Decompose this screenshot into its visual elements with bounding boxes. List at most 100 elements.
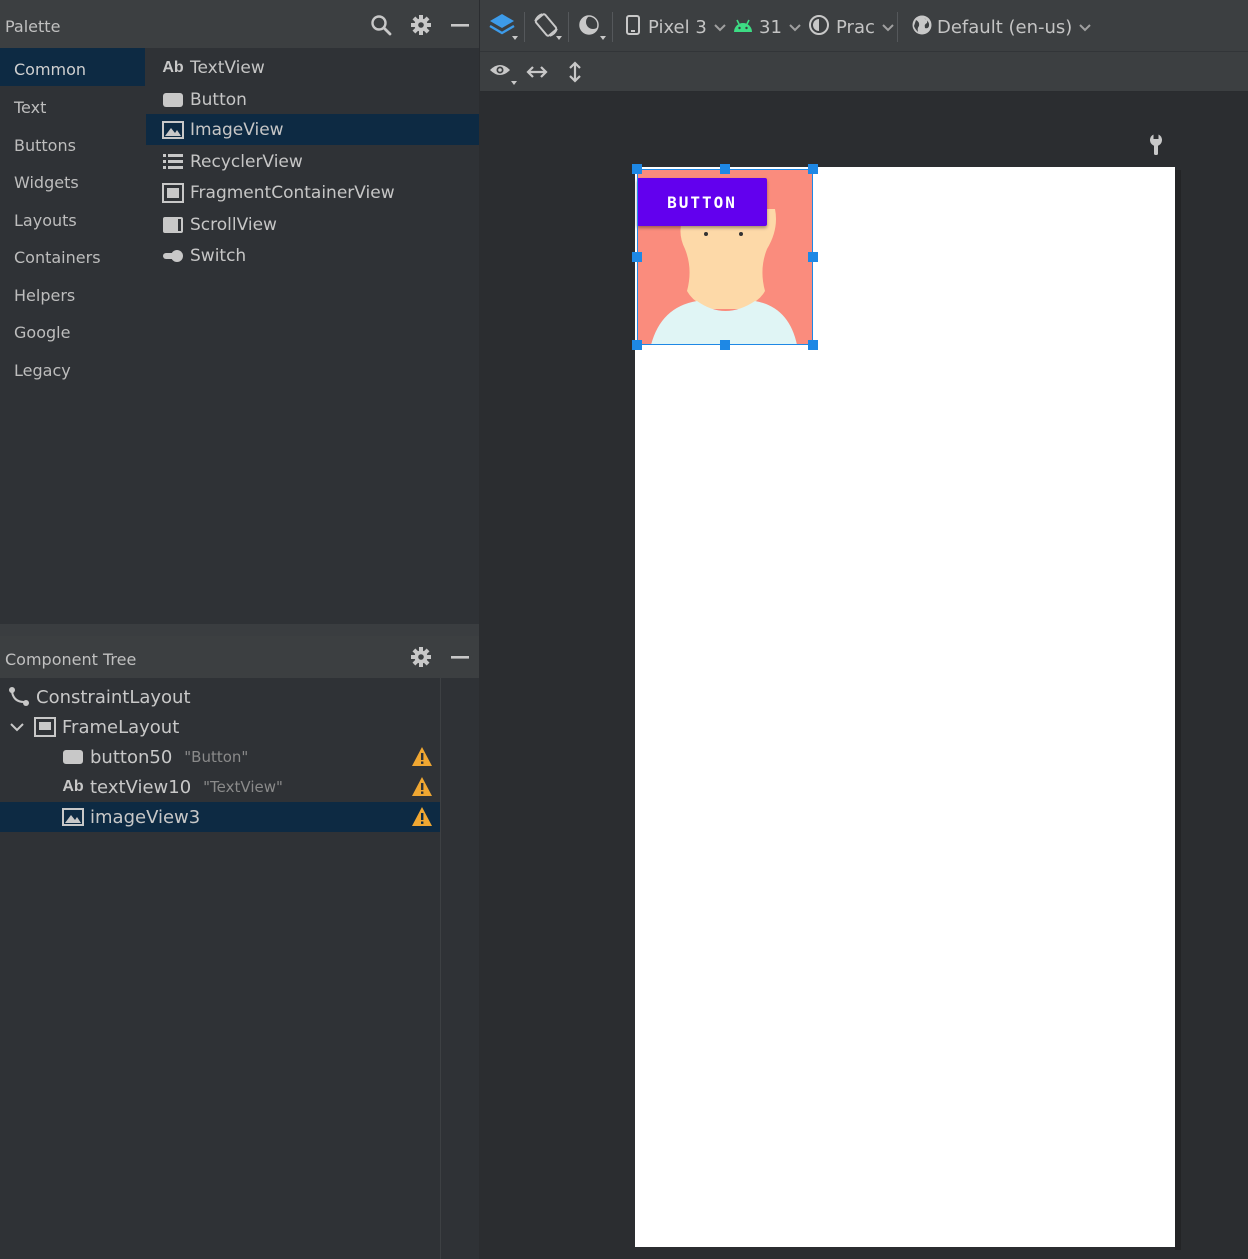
tree-node-label: imageView3 [90, 806, 201, 828]
layers-icon[interactable] [488, 11, 518, 41]
category-label: Text [14, 98, 47, 117]
design-toolbar: Pixel 3 31 Prac Default (en-us) [480, 0, 1248, 52]
tree-node-label: FrameLayout [62, 716, 180, 738]
resize-handle-top-left[interactable] [632, 164, 642, 174]
warning-icon[interactable] [411, 806, 433, 828]
theme-label: Prac [836, 16, 875, 38]
category-widgets[interactable]: Widgets [0, 161, 145, 199]
minimize-icon[interactable] [449, 646, 471, 668]
palette-item-button[interactable]: Button [146, 84, 479, 115]
category-layouts[interactable]: Layouts [0, 199, 145, 237]
textview-icon: Ab [62, 778, 84, 795]
view-toolbar [480, 52, 1248, 92]
category-label: Widgets [14, 173, 79, 192]
tree-node-imageview3[interactable]: imageView3 [0, 802, 441, 832]
list-icon [162, 151, 184, 173]
category-label: Layouts [14, 211, 77, 230]
category-containers[interactable]: Containers [0, 236, 145, 274]
category-text[interactable]: Text [0, 86, 145, 124]
resize-handle-bottom-left[interactable] [632, 340, 642, 350]
button-icon [62, 746, 84, 768]
category-helpers[interactable]: Helpers [0, 274, 145, 312]
palette-item-switch[interactable]: Switch [146, 240, 479, 271]
image-icon [162, 119, 184, 141]
tree-scrollbar[interactable] [440, 678, 441, 1259]
chevron-down-icon[interactable] [8, 716, 26, 738]
category-label: Helpers [14, 286, 76, 305]
scrollview-icon [162, 214, 184, 236]
palette-item-textview[interactable]: Ab TextView [146, 52, 479, 83]
category-label: Google [14, 323, 71, 342]
framelayout-icon [34, 716, 56, 738]
eye-icon[interactable] [488, 57, 518, 87]
component-tree: ConstraintLayout FrameLayout button50 "B… [0, 678, 441, 1259]
orientation-icon[interactable] [532, 11, 562, 41]
horizontal-resize-icon[interactable] [525, 57, 549, 87]
category-common[interactable]: Common [0, 48, 145, 86]
resize-handle-bottom[interactable] [720, 340, 730, 350]
resize-handle-left[interactable] [632, 252, 642, 262]
chevron-down-icon [788, 17, 802, 38]
palette-item-scrollview[interactable]: ScrollView [146, 209, 479, 240]
tree-node-framelayout[interactable]: FrameLayout [0, 712, 441, 742]
minimize-icon[interactable] [449, 14, 471, 36]
chevron-down-icon [713, 17, 727, 38]
resize-handle-right[interactable] [808, 252, 818, 262]
tree-node-text: "TextView" [203, 778, 283, 796]
palette-item-label: RecyclerView [190, 151, 303, 172]
resize-handle-top-right[interactable] [808, 164, 818, 174]
resize-handle-top[interactable] [720, 164, 730, 174]
search-icon[interactable] [370, 14, 392, 36]
phone-icon [626, 14, 640, 40]
category-label: Containers [14, 248, 101, 267]
api-selector[interactable]: 31 [733, 12, 802, 42]
device-selector[interactable]: Pixel 3 [626, 12, 727, 42]
tree-node-constraintlayout[interactable]: ConstraintLayout [0, 682, 441, 712]
palette-header: Palette [0, 0, 479, 48]
category-label: Buttons [14, 136, 76, 155]
device-shadow [1175, 170, 1181, 1250]
wrench-icon[interactable] [1146, 133, 1166, 161]
chevron-down-icon [1078, 17, 1092, 38]
theme-selector[interactable]: Prac [808, 12, 895, 42]
category-buttons[interactable]: Buttons [0, 124, 145, 162]
device-label: Pixel 3 [648, 16, 707, 38]
palette-category-list: Common Text Buttons Widgets Layouts Cont… [0, 48, 145, 624]
android-icon [733, 17, 753, 38]
button-icon [162, 89, 184, 111]
tree-node-label: ConstraintLayout [36, 686, 191, 708]
api-label: 31 [759, 16, 782, 38]
category-legacy[interactable]: Legacy [0, 349, 145, 387]
gear-icon[interactable] [410, 14, 432, 36]
category-label: Legacy [14, 361, 71, 380]
tree-node-label: textView10 [90, 776, 192, 798]
gear-icon[interactable] [410, 646, 432, 668]
tree-node-label: button50 [90, 746, 173, 768]
palette-item-label: Switch [190, 245, 247, 266]
locale-label: Default (en-us) [937, 16, 1073, 38]
palette-item-list: Ab TextView Button ImageView RecyclerVie… [146, 48, 479, 624]
tree-node-textview10[interactable]: Ab textView10 "TextView" [0, 772, 441, 802]
palette-item-label: ImageView [190, 119, 284, 140]
palette-title: Palette [5, 17, 61, 36]
image-icon [62, 806, 84, 828]
resize-handle-bottom-right[interactable] [808, 340, 818, 350]
locale-selector[interactable]: Default (en-us) [911, 12, 1092, 42]
warning-icon[interactable] [411, 776, 433, 798]
night-mode-icon[interactable] [576, 11, 606, 41]
tree-node-button50[interactable]: button50 "Button" [0, 742, 441, 772]
palette-item-imageview[interactable]: ImageView [146, 114, 479, 145]
component-tree-title: Component Tree [5, 650, 137, 669]
textview-icon: Ab [162, 58, 184, 76]
category-google[interactable]: Google [0, 311, 145, 349]
globe-icon [911, 14, 933, 41]
component-tree-header: Component Tree [0, 636, 479, 678]
tree-node-text: "Button" [184, 748, 249, 766]
palette-item-recyclerview[interactable]: RecyclerView [146, 146, 479, 177]
preview-button[interactable]: BUTTON [637, 178, 767, 226]
vertical-resize-icon[interactable] [563, 57, 587, 87]
palette-item-fragmentcontainerview[interactable]: FragmentContainerView [146, 177, 479, 208]
warning-icon[interactable] [411, 746, 433, 768]
panel-divider[interactable] [0, 624, 479, 636]
chevron-down-icon [881, 17, 895, 38]
